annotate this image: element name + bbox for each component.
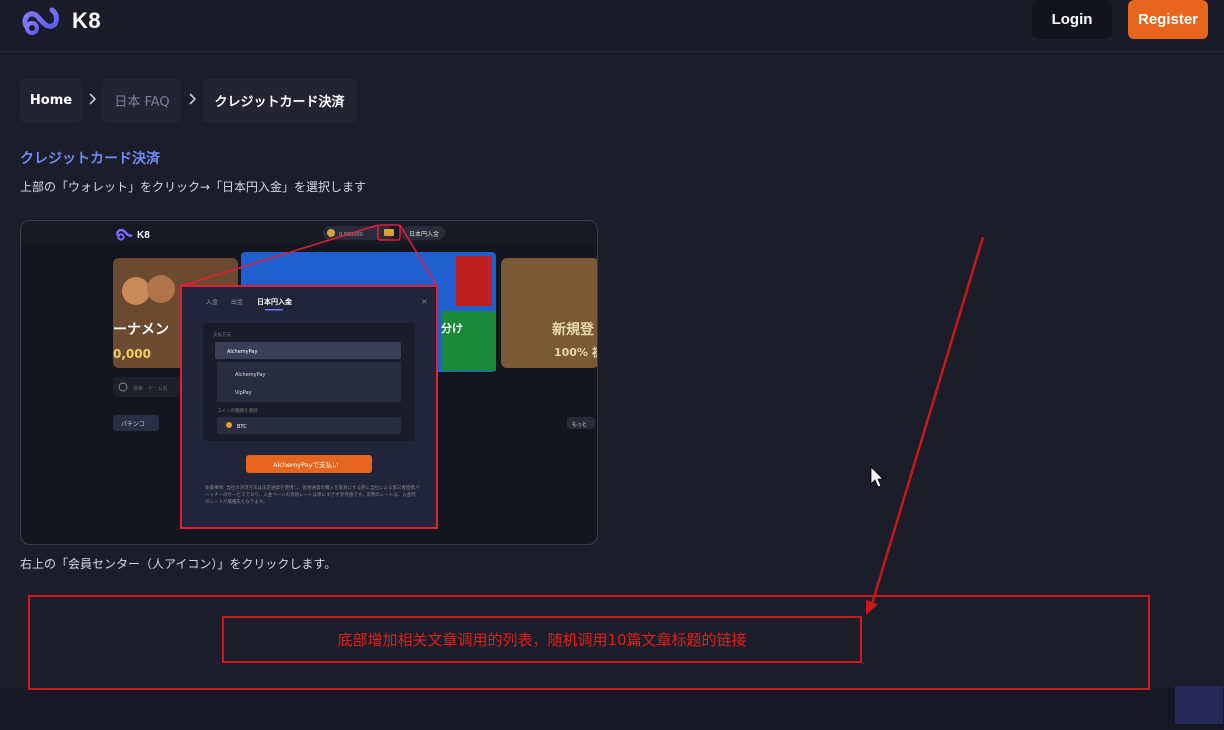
inner-logo-text: K8 <box>137 230 150 241</box>
article-step-2: 右上の「会員センター（人アイコン）」をクリックします。 <box>20 557 337 571</box>
modal-close-icon: × <box>421 297 428 306</box>
modal-option-2: VipPay <box>235 390 252 396</box>
modal-selected-method: AlchemyPay <box>227 349 257 355</box>
footer-widget[interactable] <box>1175 686 1223 724</box>
modal-tab-jpy: 日本円入金 <box>257 297 293 306</box>
chevron-right-icon <box>189 93 197 105</box>
modal-tab-withdraw: 出金 <box>231 298 243 306</box>
register-button[interactable]: Register <box>1128 0 1208 39</box>
footer-band <box>0 688 1224 730</box>
modal-notice: 免責事項: 当社の決済方法は法定通貨を使用し、仮想通貨の購入を容易にする際に当社… <box>205 486 420 505</box>
screenshot-canvas: K8 0.000000 日本円入金 ーナメン 0,000 分け 新規登 100%… <box>21 221 598 529</box>
banner-right-sub: 100% 初 <box>554 345 598 359</box>
breadcrumb-home[interactable]: Home <box>20 79 82 122</box>
chevron-right-icon <box>89 93 97 105</box>
site-logo[interactable]: K8 <box>20 4 101 38</box>
mouse-cursor-icon <box>870 466 884 488</box>
annotation-note: 底部增加相关文章调用的列表，随机调用10篇文章标题的链接 <box>222 616 862 663</box>
logo-text: K8 <box>72 8 102 33</box>
login-button[interactable]: Login <box>1032 0 1112 39</box>
breadcrumb-current: クレジットカード決済 <box>202 79 357 122</box>
annotation-arrow <box>870 236 985 605</box>
modal-coin-label: コインの種類を選択 <box>217 407 258 414</box>
inner-search-placeholder: 検索 · ゲーム名 <box>133 385 168 392</box>
article-title: クレジットカード決済 <box>20 151 160 167</box>
top-navigation-bar: K8 Login Register <box>0 0 1224 52</box>
banner-mid-text: 分け <box>441 321 463 335</box>
inner-deposit-label: 日本円入金 <box>409 230 439 238</box>
inner-category: パチンコ <box>121 421 145 428</box>
article-step-1: 上部の「ウォレット」をクリック→「日本円入金」を選択します <box>20 180 367 194</box>
modal-method-label: 支払方法 <box>213 331 231 338</box>
modal-tab-deposit: 入金 <box>206 298 218 306</box>
banner-left-value: 0,000 <box>113 347 151 361</box>
banner-right-text: 新規登 <box>552 321 595 338</box>
breadcrumb-faq[interactable]: 日本 FAQ <box>102 79 182 122</box>
modal-pay-button: AlchemyPayで支払い <box>273 460 339 469</box>
modal-option-1: AlchemyPay <box>235 372 265 378</box>
inner-more: もっと <box>572 422 587 428</box>
k8-logo-icon <box>22 7 59 35</box>
banner-left-text: ーナメン <box>113 322 169 338</box>
modal-coin: BTC <box>237 424 247 430</box>
article-screenshot: K8 0.000000 日本円入金 ーナメン 0,000 分け 新規登 100%… <box>20 220 598 545</box>
